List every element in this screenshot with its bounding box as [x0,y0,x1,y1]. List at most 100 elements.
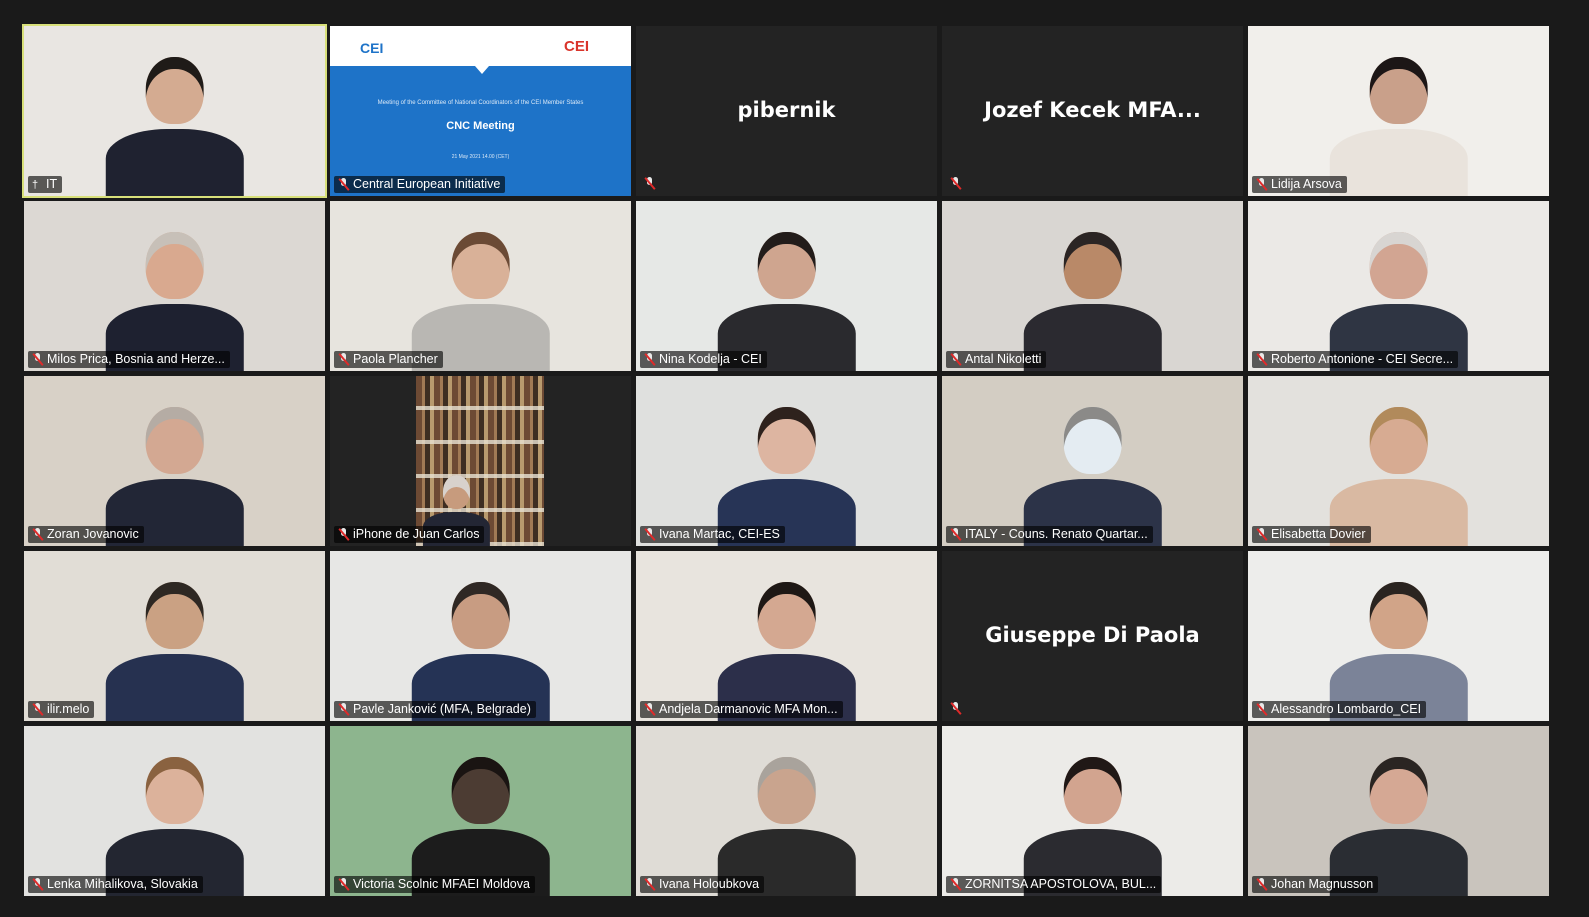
participant-name: Ivana Martac, CEI-ES [659,527,780,541]
participant-name-tag: Antal Nikoletti [946,351,1047,368]
participant-tile[interactable]: Ivana Martac, CEI-ES [636,376,937,546]
muted-mic-icon [1256,353,1267,366]
participant-name: IT [46,177,58,191]
muted-mic-icon [1256,878,1267,891]
participant-video-figure [105,581,244,721]
participant-name-tag: Andjela Darmanovic MFA Mon... [640,701,843,718]
muted-mic-icon [950,878,961,891]
participant-tile[interactable]: Paola Plancher [330,201,631,371]
muted-mic-icon [32,878,43,891]
participant-tile[interactable]: Ivana Holoubkova [636,726,937,896]
participant-name-tag: Lidija Arsova [1252,176,1347,193]
slide-date: 21 May 2021 14.00 (CET) [451,154,510,160]
participant-tile[interactable]: Zoran Jovanovic [24,376,325,546]
muted-mic-icon [644,177,655,190]
participant-name: Paola Plancher [353,352,438,366]
participant-tile[interactable]: Giuseppe Di Paola [942,551,1243,721]
participant-name-tag: ITALY - Couns. Renato Quartar... [946,526,1153,543]
muted-mic-icon [950,528,961,541]
participant-tile[interactable]: Jozef Kecek MFA... [942,26,1243,196]
participant-name: Pavle Janković (MFA, Belgrade) [353,702,531,716]
participant-name: ilir.melo [47,702,90,716]
participant-name-tag: Central European Initiative [334,176,506,193]
muted-mic-icon [338,528,349,541]
participant-tile[interactable]: Lidija Arsova [1248,26,1549,196]
participant-name: Milos Prica, Bosnia and Herze... [47,352,225,366]
participant-tile[interactable]: ilir.melo [24,551,325,721]
participant-video-figure [1329,56,1468,196]
participant-name: Antal Nikoletti [965,352,1042,366]
participant-name: Roberto Antonione - CEI Secre... [1271,352,1454,366]
muted-mic-icon [644,703,655,716]
participant-name: Alessandro Lombardo_CEI [1271,702,1422,716]
participant-tile[interactable]: ZORNITSA APOSTOLOVA, BUL... [942,726,1243,896]
participant-tile[interactable]: Victoria Scolnic MFAEI Moldova [330,726,631,896]
participant-name: Nina Kodelja - CEI [659,352,762,366]
video-grid: † IT CEI CEI Meeting of the Committee of Nat… [22,24,1549,896]
participant-tile[interactable]: Roberto Antonione - CEI Secre... [1248,201,1549,371]
participant-name-tag: Pavle Janković (MFA, Belgrade) [334,701,536,718]
participant-name: Lidija Arsova [1271,177,1342,191]
participant-tile[interactable]: CEI CEI Meeting of the Committee of Nation… [330,26,631,196]
participant-tile[interactable]: pibernik [636,26,937,196]
participant-name-tag: Ivana Martac, CEI-ES [640,526,785,543]
muted-mic-icon [1256,178,1267,191]
participant-name-tag: Roberto Antonione - CEI Secre... [1252,351,1459,368]
participant-name-tag: Johan Magnusson [1252,876,1379,893]
muted-mic-icon [32,528,43,541]
participant-name-tag: Elisabetta Dovier [1252,526,1371,543]
participant-name-tag: iPhone de Juan Carlos [334,526,485,543]
participant-name-tag: Alessandro Lombardo_CEI [1252,701,1427,718]
participant-name-tag: Milos Prica, Bosnia and Herze... [28,351,230,368]
participant-video-figure [105,56,244,196]
muted-mic-icon [338,703,349,716]
participant-name-tag: Victoria Scolnic MFAEI Moldova [334,876,535,893]
muted-mic-icon [338,178,349,191]
muted-mic-icon [338,878,349,891]
participant-name: Victoria Scolnic MFAEI Moldova [353,877,530,891]
slide-subtitle: Meeting of the Committee of National Coo… [377,100,584,106]
participant-tile[interactable]: Lenka Mihalikova, Slovakia [24,726,325,896]
participant-name: Lenka Mihalikova, Slovakia [47,877,198,891]
participant-name-tag: Lenka Mihalikova, Slovakia [28,876,203,893]
participant-tile[interactable]: Antal Nikoletti [942,201,1243,371]
participant-name: Andjela Darmanovic MFA Mon... [659,702,838,716]
participant-name-tag: Zoran Jovanovic [28,526,144,543]
muted-mic-icon [1256,528,1267,541]
participant-name: Zoran Jovanovic [47,527,139,541]
participant-tile[interactable]: Pavle Janković (MFA, Belgrade) [330,551,631,721]
participant-tile[interactable]: † IT [22,24,327,198]
participant-name: Ivana Holoubkova [659,877,760,891]
slide-logo-left: CEI [360,40,384,56]
participant-name-tag: Ivana Holoubkova [640,876,765,893]
participant-name: Elisabetta Dovier [1271,527,1366,541]
participant-tile[interactable]: ITALY - Couns. Renato Quartar... [942,376,1243,546]
muted-mic-icon [950,702,961,715]
participant-name-tag: Paola Plancher [334,351,443,368]
participant-tile[interactable]: Elisabetta Dovier [1248,376,1549,546]
participant-name: ITALY - Couns. Renato Quartar... [965,527,1148,541]
participant-name-tag: Nina Kodelja - CEI [640,351,767,368]
participant-display-name: Giuseppe Di Paola [985,622,1200,647]
slide-title: CNC Meeting [446,120,515,132]
participant-name: iPhone de Juan Carlos [353,527,480,541]
muted-mic-icon [32,703,43,716]
participant-tile[interactable]: Milos Prica, Bosnia and Herze... [24,201,325,371]
slide-notch [475,66,489,74]
participant-name: Central European Initiative [353,177,501,191]
slide-logo-right: CEI [563,38,589,55]
participant-tile[interactable]: Nina Kodelja - CEI [636,201,937,371]
participant-tile[interactable]: iPhone de Juan Carlos [330,376,631,546]
muted-mic-icon [950,177,961,190]
participant-name-tag: ZORNITSA APOSTOLOVA, BUL... [946,876,1162,893]
participant-name: Johan Magnusson [1271,877,1374,891]
muted-mic-icon [644,878,655,891]
participant-name-tag: ilir.melo [28,701,95,718]
participant-tile[interactable]: Johan Magnusson [1248,726,1549,896]
participant-tile[interactable]: Alessandro Lombardo_CEI [1248,551,1549,721]
muted-mic-icon [32,353,43,366]
participant-name: ZORNITSA APOSTOLOVA, BUL... [965,877,1157,891]
pin-icon: † [32,178,39,191]
muted-mic-icon [1256,703,1267,716]
participant-tile[interactable]: Andjela Darmanovic MFA Mon... [636,551,937,721]
